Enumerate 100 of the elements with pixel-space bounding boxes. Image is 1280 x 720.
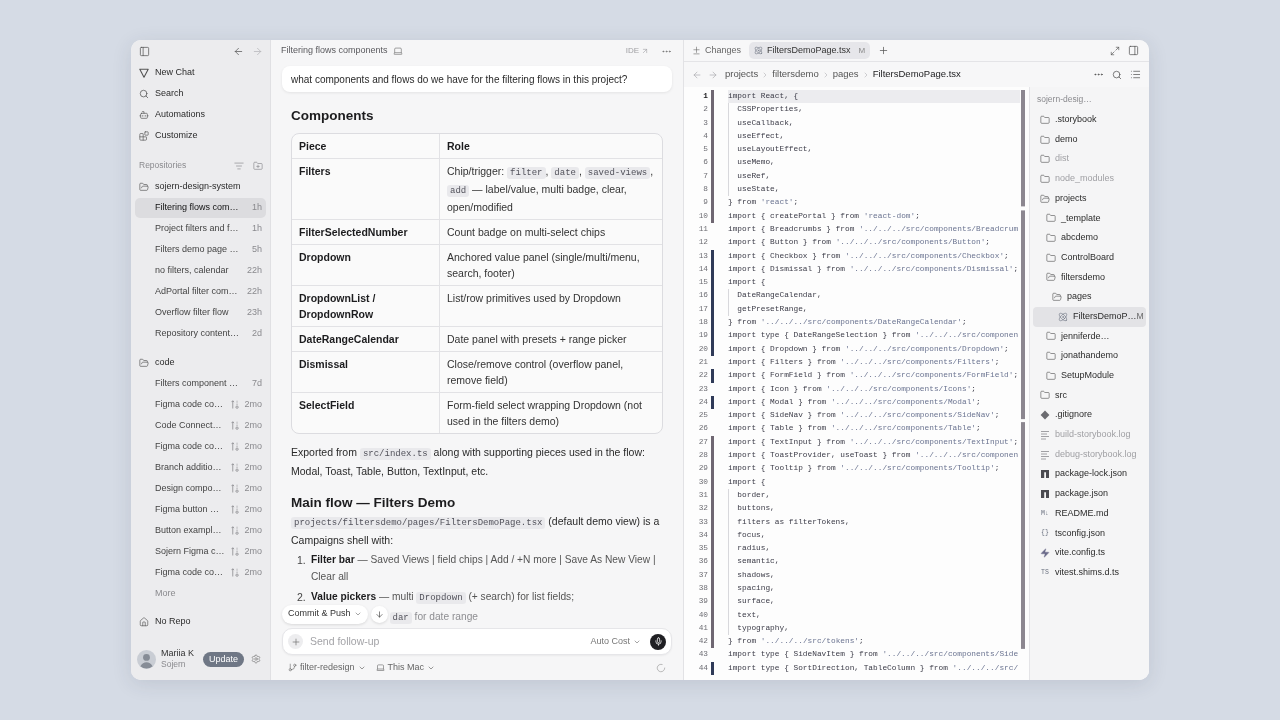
chat-title: Filtering flows components bbox=[281, 44, 388, 58]
file-tree-item[interactable]: ControlBoard bbox=[1033, 247, 1146, 268]
search-button[interactable] bbox=[1112, 69, 1122, 80]
model-selector[interactable]: Auto Cost bbox=[590, 634, 641, 649]
chat-age: 22h bbox=[246, 263, 262, 277]
breadcrumb-item[interactable]: projects bbox=[725, 67, 759, 82]
chat-item[interactable]: Figma code co… 2mo bbox=[135, 562, 266, 583]
text-lines-icon bbox=[1040, 429, 1050, 440]
message-composer[interactable]: Send follow-up Auto Cost bbox=[282, 628, 672, 655]
chat-item[interactable]: Filters demo page … 5h bbox=[135, 239, 266, 260]
chat-item[interactable]: Repository content… 2d bbox=[135, 323, 266, 344]
back-button[interactable] bbox=[692, 69, 702, 80]
changes-tab[interactable]: Changes bbox=[690, 42, 744, 59]
breadcrumb-item[interactable]: filtersdemo bbox=[772, 67, 819, 82]
file-tree-item[interactable]: filtersdemo bbox=[1033, 267, 1146, 288]
table-cell: SelectField bbox=[292, 393, 440, 433]
diff-icon bbox=[692, 46, 701, 55]
table-cell: Count badge on multi-select chips bbox=[440, 220, 662, 245]
chat-item[interactable]: Overflow filter flow 23h bbox=[135, 302, 266, 323]
forward-button[interactable] bbox=[708, 69, 718, 80]
sidebar-nav-item[interactable]: New Chat bbox=[135, 62, 266, 83]
folder-open-icon bbox=[139, 181, 149, 192]
chat-item[interactable]: Branch additio… 2mo bbox=[135, 457, 266, 478]
table-cell: DropdownList / DropdownRow bbox=[292, 286, 440, 327]
blocks-icon bbox=[139, 130, 149, 141]
maximize-button[interactable] bbox=[1110, 45, 1120, 56]
message-paragraph: Exported from src/index.ts along with supporting pieces used in the flow: Modal, Toast, Table, Button, TextInput, etc. bbox=[291, 445, 646, 479]
file-tree-item[interactable]: package-lock.json bbox=[1033, 464, 1146, 485]
sidebar-nav-item[interactable]: Automations bbox=[135, 104, 266, 125]
no-repo-item[interactable]: No Repo bbox=[135, 611, 191, 632]
sidebar-icon bbox=[139, 45, 150, 57]
chat-item[interactable]: Figma code co… 2mo bbox=[135, 394, 266, 415]
list-view-button[interactable] bbox=[1130, 69, 1141, 80]
file-tree-item[interactable]: FiltersDemoP…M bbox=[1033, 306, 1146, 327]
back-button[interactable] bbox=[233, 45, 244, 57]
file-tree-item[interactable]: pages bbox=[1033, 287, 1146, 307]
filter-icon bbox=[234, 160, 244, 171]
sidebar-nav-item[interactable]: Search bbox=[135, 83, 266, 104]
atom-icon bbox=[1058, 311, 1068, 322]
chat-item[interactable]: Sojern Figma c… 2mo bbox=[135, 541, 266, 562]
file-tree-item[interactable]: vite.config.ts bbox=[1033, 543, 1146, 563]
scroll-down-button[interactable] bbox=[370, 605, 388, 623]
file-tree-item[interactable]: .gitignore bbox=[1033, 405, 1146, 425]
microphone-icon bbox=[653, 637, 663, 646]
update-button[interactable]: Update bbox=[202, 651, 244, 667]
chat-item[interactable]: Code Connect… 2mo bbox=[135, 415, 266, 436]
settings-button[interactable] bbox=[251, 654, 261, 664]
toggle-panel-button[interactable] bbox=[1128, 45, 1139, 56]
file-tree-item[interactable]: package.json bbox=[1033, 484, 1146, 504]
file-tree-item[interactable]: SetupModule bbox=[1033, 365, 1146, 386]
list-item-text: dar for date range bbox=[389, 608, 478, 626]
chat-item[interactable]: Figma code co… 2mo bbox=[135, 436, 266, 457]
chat-item[interactable]: Design compo… 2mo bbox=[135, 478, 266, 499]
editor-tab[interactable]: FiltersDemoPage.tsx M bbox=[749, 42, 871, 59]
add-button[interactable] bbox=[288, 634, 303, 649]
environment-selector[interactable]: This Mac bbox=[375, 660, 436, 675]
chat-item[interactable]: AdPortal filter com… 22h bbox=[135, 281, 266, 302]
chat-item[interactable]: Project filters and f… 1h bbox=[135, 218, 266, 239]
breadcrumb-item[interactable]: FiltersDemoPage.tsx bbox=[872, 67, 961, 82]
add-folder-button[interactable] bbox=[253, 160, 263, 171]
chat-age: 2mo bbox=[244, 439, 262, 453]
chat-age: 2mo bbox=[244, 523, 262, 537]
file-tree-item[interactable]: demo bbox=[1033, 129, 1146, 150]
file-tree-item[interactable]: jonathandemo bbox=[1033, 346, 1146, 366]
file-tree-item[interactable]: projects bbox=[1033, 188, 1146, 209]
search-icon bbox=[1112, 69, 1122, 80]
file-tree-item[interactable]: .storybook bbox=[1033, 110, 1146, 130]
file-tree-item[interactable]: _template bbox=[1033, 208, 1146, 229]
arrow-up-icon bbox=[231, 505, 240, 514]
microphone-button[interactable] bbox=[650, 633, 666, 650]
folder-open-icon bbox=[139, 357, 149, 368]
table-cell: DateRangeCalendar bbox=[292, 327, 440, 352]
file-tree-item[interactable]: abcdemo bbox=[1033, 228, 1146, 248]
commit-push-button[interactable]: Commit & Push bbox=[282, 604, 368, 624]
sidebar-nav-item[interactable]: Customize bbox=[135, 125, 266, 146]
table-cell: Chip/trigger: filter , date , saved-views , add — label/value, multi badge, clear, open/modified bbox=[440, 159, 662, 220]
arrow-up-icon bbox=[231, 442, 240, 451]
file-tree-item[interactable]: src bbox=[1033, 385, 1146, 406]
chat-item[interactable]: no filters, calendar 22h bbox=[135, 260, 266, 281]
chat-item[interactable]: Figma button … 2mo bbox=[135, 499, 266, 520]
chat-age: 2mo bbox=[244, 565, 262, 579]
new-tab-button[interactable] bbox=[878, 45, 890, 56]
repository-item[interactable]: sojern-design-system bbox=[135, 176, 266, 197]
chat-age: 23h bbox=[246, 305, 262, 319]
column-header: Piece bbox=[292, 134, 440, 159]
settings-icon bbox=[251, 654, 261, 664]
arrow-up-icon bbox=[231, 421, 240, 430]
file-tree-item[interactable]: jenniferde… bbox=[1033, 326, 1146, 347]
repository-item[interactable]: code bbox=[135, 352, 266, 373]
chat-item[interactable]: Filters component … 7d bbox=[135, 373, 266, 394]
chat-item[interactable]: Button exampl… 2mo bbox=[135, 520, 266, 541]
follow-up-input[interactable]: Send follow-up bbox=[310, 633, 591, 650]
chat-age: 1h bbox=[252, 221, 262, 235]
list-item-text: Value pickers — multi Dropdown (+ search) for list fields; bbox=[311, 590, 574, 606]
table-cell: Close/remove control (overflow panel, remove field) bbox=[440, 352, 662, 393]
branch-selector[interactable]: filter-redesign bbox=[288, 660, 366, 675]
breadcrumb-item[interactable]: pages bbox=[832, 67, 859, 82]
chat-item[interactable]: Filtering flows com… 1h bbox=[135, 197, 266, 218]
toggle-sidebar-button[interactable] bbox=[139, 45, 150, 57]
arrow-up-icon bbox=[231, 484, 240, 493]
